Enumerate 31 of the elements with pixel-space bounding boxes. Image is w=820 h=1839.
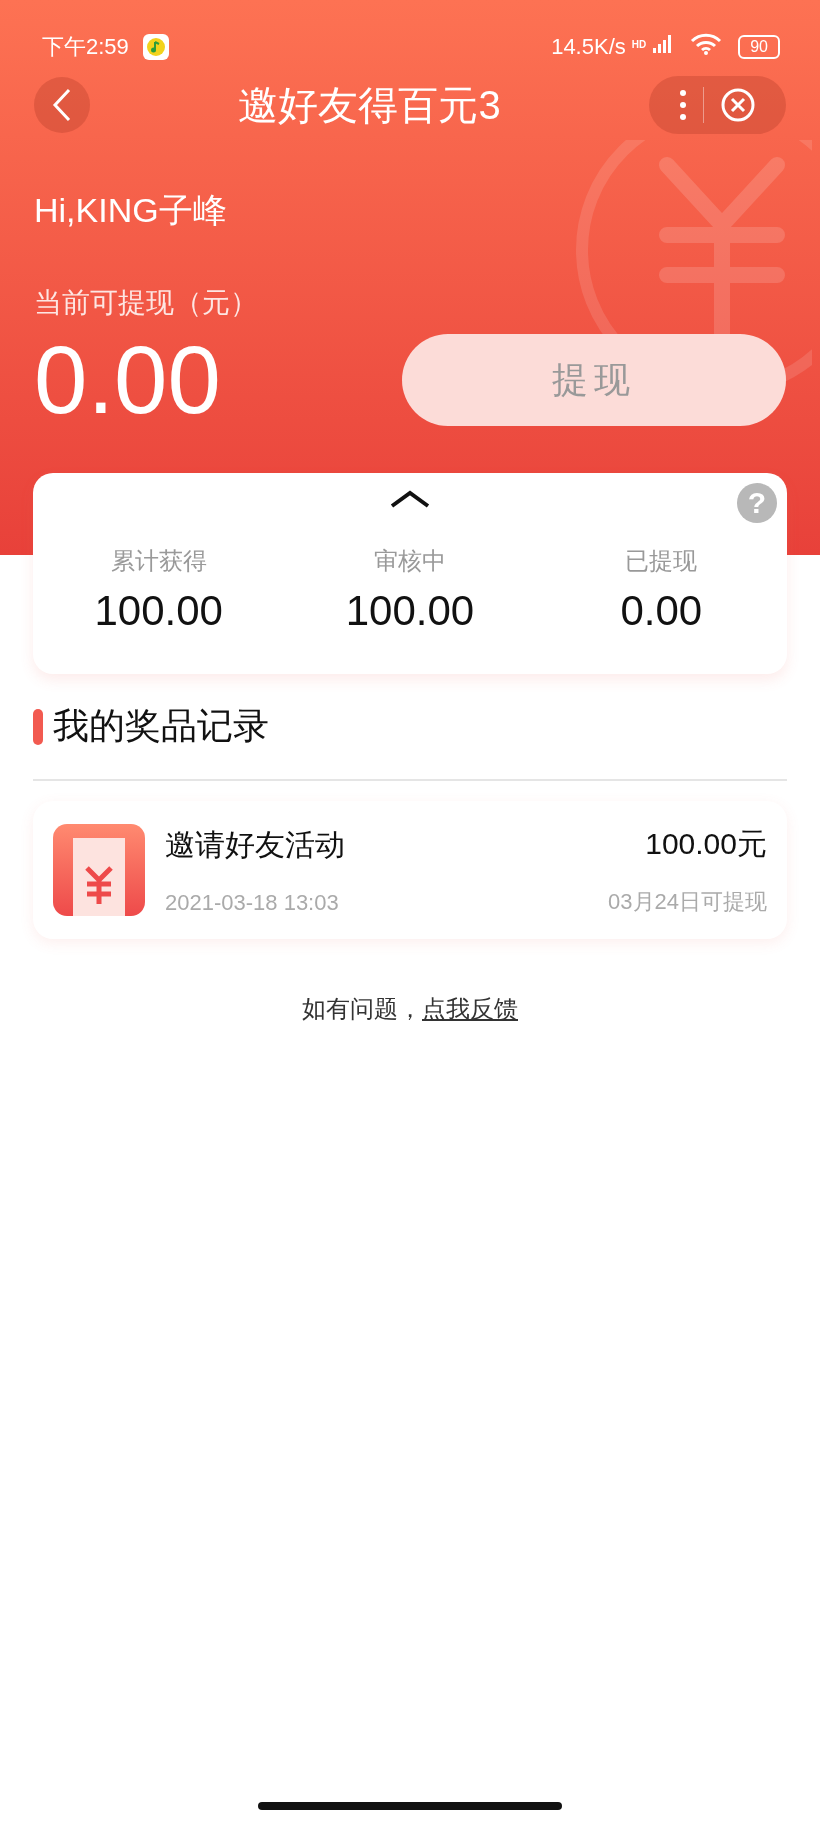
music-app-icon: [142, 34, 169, 60]
network-type: HD: [631, 39, 647, 50]
feedback-prompt: 如有问题，点我反馈: [301, 994, 519, 1025]
record-title: 邀请好友活动: [165, 826, 346, 863]
withdraw-date-note: 03月24日可提现: [608, 887, 767, 916]
stat-label: 审核中: [374, 546, 446, 576]
stat-label: 累计获得: [110, 546, 207, 576]
chevron-up-icon: [390, 489, 430, 509]
record-amount: 100.00元: [645, 825, 767, 862]
balance-amount: 0.00: [34, 328, 221, 432]
section-marker: [33, 708, 43, 745]
page-title: 邀好友得百元3: [237, 81, 502, 129]
stat-value: 0.00: [620, 587, 703, 635]
stat-value: 100.00: [345, 587, 475, 635]
help-button[interactable]: ?: [737, 483, 777, 523]
greeting: Hi,KING子峰: [34, 190, 228, 231]
back-button[interactable]: [34, 77, 90, 133]
stat-label: 已提现: [625, 546, 698, 576]
receipt-icon: [53, 824, 145, 916]
battery-level: 90: [738, 35, 780, 59]
chevron-left-icon: [51, 87, 73, 123]
close-icon: [720, 87, 756, 123]
clock: 下午2:59: [42, 33, 129, 61]
stat-value: 100.00: [94, 587, 223, 635]
more-icon: [679, 89, 687, 121]
collapse-toggle[interactable]: [390, 489, 430, 509]
network-speed: 14.5K/s: [551, 34, 626, 60]
balance-label: 当前可提现（元）: [34, 286, 259, 320]
feedback-link[interactable]: 点我反馈: [422, 995, 518, 1023]
record-time: 2021-03-18 13:03: [165, 889, 340, 916]
section-title: 我的奖品记录: [53, 704, 269, 748]
